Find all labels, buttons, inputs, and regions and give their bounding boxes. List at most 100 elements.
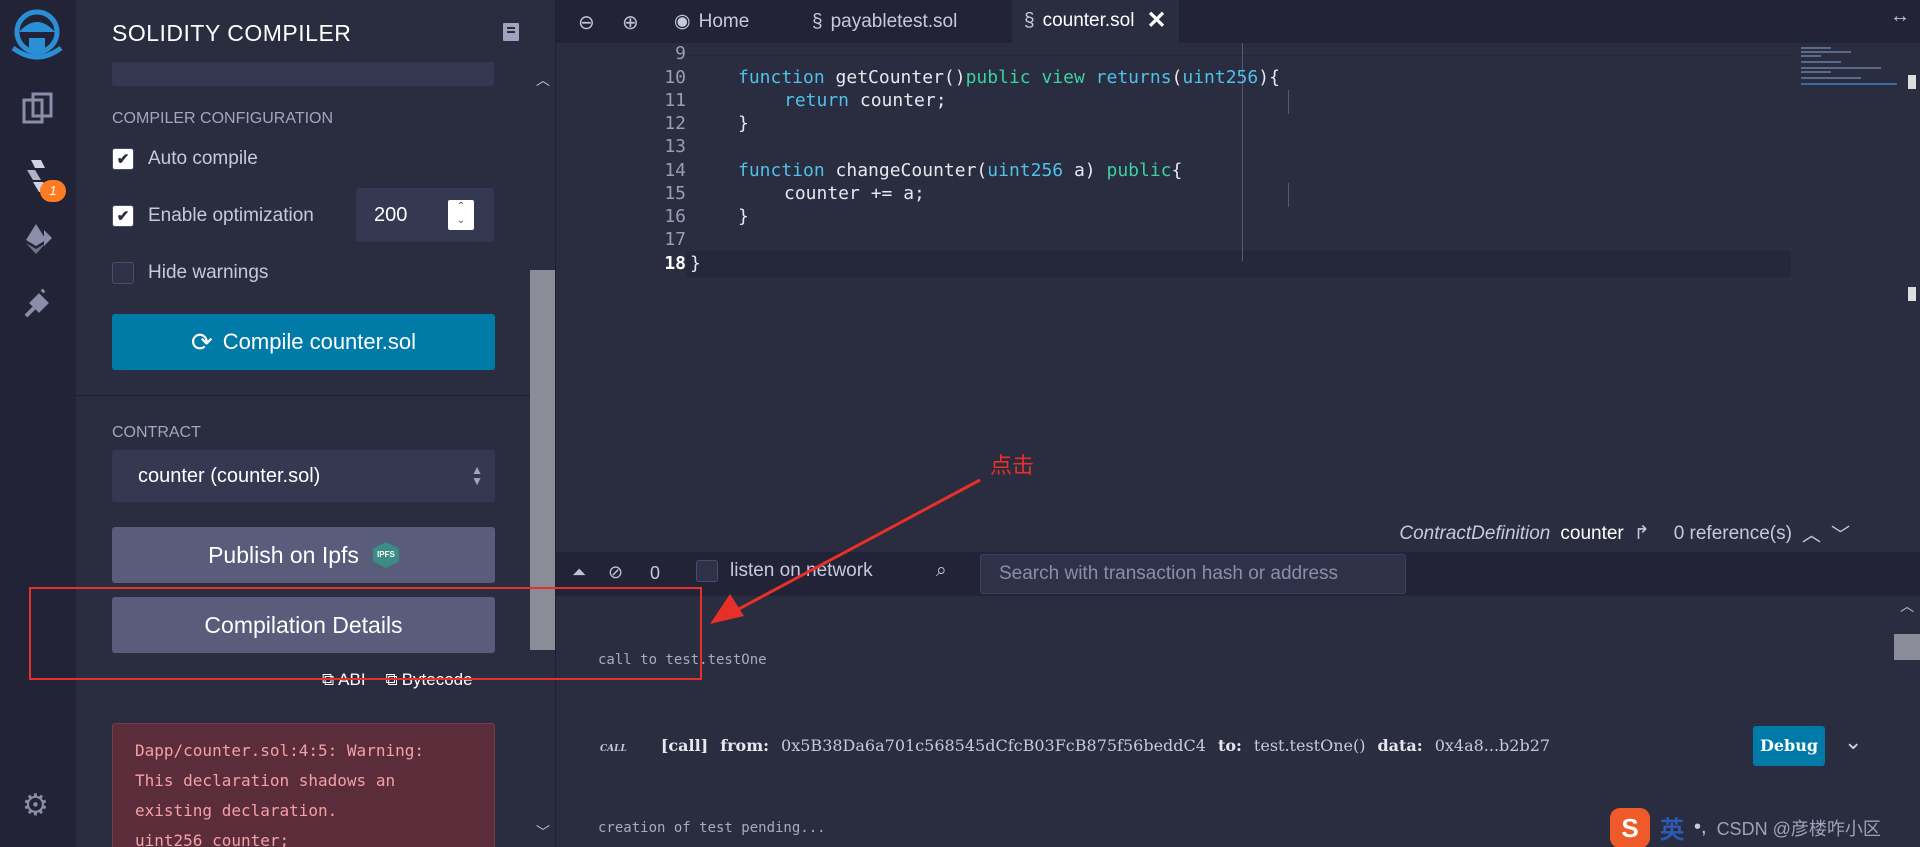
plugin-manager-icon[interactable] bbox=[20, 288, 56, 324]
scroll-up-icon[interactable]: ︿ bbox=[1894, 596, 1920, 616]
contract-selected-value: counter (counter.sol) bbox=[138, 465, 321, 487]
hide-warnings-label: Hide warnings bbox=[148, 262, 269, 283]
tab-counter[interactable]: § counter.sol ✕ bbox=[1012, 0, 1179, 43]
refresh-icon: ⟳ bbox=[190, 326, 213, 357]
optimization-runs-input[interactable]: 200 ⌃ ⌄ bbox=[356, 188, 494, 242]
code-line-10: function getCounter()public view returns… bbox=[738, 67, 1280, 88]
contract-label: CONTRACT bbox=[112, 424, 201, 441]
settings-gear-icon[interactable]: ⚙ bbox=[22, 788, 49, 823]
auto-compile-row[interactable]: ✔ Auto compile bbox=[112, 148, 258, 170]
close-tab-icon[interactable]: ✕ bbox=[1146, 6, 1166, 35]
references-count: 0 reference(s) bbox=[1673, 522, 1792, 544]
line-number: 17 bbox=[664, 229, 686, 250]
from-label: from: bbox=[720, 736, 770, 755]
code-line-11: return counter; bbox=[784, 90, 947, 111]
line-number: 13 bbox=[664, 136, 686, 157]
code-line-16: } bbox=[738, 206, 749, 227]
deploy-run-icon[interactable] bbox=[20, 222, 56, 258]
to-label: to: bbox=[1217, 736, 1242, 755]
csdn-watermark: CSDN @彦楼咋小区 bbox=[1716, 818, 1881, 839]
code-editor[interactable]: 9 10 11 12 13 14 15 16 17 18 function ge… bbox=[556, 43, 1920, 518]
expand-panel-icon[interactable]: ↔ bbox=[1890, 5, 1910, 28]
contract-definition-type: ContractDefinition bbox=[1399, 522, 1551, 544]
clear-terminal-icon[interactable]: ⊘ bbox=[608, 562, 623, 583]
code-line-15: counter += a; bbox=[784, 183, 925, 204]
enable-optimization-label: Enable optimization bbox=[148, 205, 314, 226]
hide-warnings-checkbox[interactable] bbox=[112, 262, 134, 284]
from-value: 0x5B38Da6a701c568545dCfcB03FcB875f56bedd… bbox=[781, 736, 1206, 755]
zoom-in-icon[interactable]: ⊕ bbox=[622, 10, 639, 35]
select-caret-icon: ▲ ▼ bbox=[471, 463, 483, 488]
chevron-down-icon[interactable]: ﹀ bbox=[1831, 520, 1850, 547]
icon-rail: 1 ⚙ bbox=[0, 0, 76, 847]
remix-ide-window: 1 ⚙ SOLIDITY COMPILER COMPILER CONFIGURA… bbox=[0, 0, 1920, 847]
line-number: 15 bbox=[664, 183, 686, 204]
compiler-warning: Dapp/counter.sol:4:5: Warning: This decl… bbox=[112, 723, 495, 847]
contract-definition-info: ContractDefinition counter ↱ 0 reference… bbox=[1399, 520, 1850, 547]
zoom-out-icon[interactable]: ⊖ bbox=[578, 10, 595, 35]
compiler-version-select[interactable] bbox=[112, 62, 494, 86]
publish-ipfs-button[interactable]: Publish on Ipfs IPFS bbox=[112, 527, 495, 583]
code-line-12: } bbox=[738, 113, 749, 134]
line-number: 10 bbox=[664, 67, 686, 88]
editor-minimap[interactable] bbox=[1791, 43, 1920, 518]
annotation-arrow-icon bbox=[710, 478, 981, 624]
line-number: 18 bbox=[664, 253, 686, 274]
contract-select[interactable]: counter (counter.sol) ▲ ▼ bbox=[112, 450, 495, 502]
documentation-icon[interactable] bbox=[502, 22, 520, 42]
scroll-up-icon[interactable]: ︿ bbox=[530, 70, 555, 90]
chevron-up-icon[interactable]: ︿ bbox=[1802, 520, 1821, 547]
ime-language: 英 bbox=[1660, 817, 1684, 844]
terminal-log-line: creation of test pending... bbox=[598, 820, 826, 836]
tab-home[interactable]: ◉ Home bbox=[674, 0, 749, 43]
contract-definition-name: counter bbox=[1560, 522, 1624, 544]
minimap-scroll-marker[interactable] bbox=[1908, 75, 1916, 89]
tab-payabletest[interactable]: § payabletest.sol bbox=[812, 0, 957, 43]
compiler-configuration-label: COMPILER CONFIGURATION bbox=[112, 110, 334, 127]
auto-compile-checkbox[interactable]: ✔ bbox=[112, 148, 134, 170]
debug-button[interactable]: Debug bbox=[1753, 726, 1825, 766]
scroll-down-icon[interactable]: ﹀ bbox=[530, 822, 555, 842]
ime-toolbar: S 英 •, CSDN @彦楼咋小区 bbox=[1610, 807, 1920, 847]
code-area[interactable]: function getCounter()public view returns… bbox=[686, 43, 1791, 518]
plugin-notification-badge: 1 bbox=[40, 180, 66, 202]
ime-logo-icon: S bbox=[1610, 807, 1650, 847]
goto-definition-icon[interactable]: ↱ bbox=[1634, 522, 1650, 545]
line-number: 16 bbox=[664, 206, 686, 227]
remix-logo-icon[interactable] bbox=[7, 8, 67, 62]
data-value: 0x4a8...b2b27 bbox=[1434, 736, 1551, 755]
panel-divider bbox=[76, 395, 531, 396]
code-line-14: function changeCounter(uint256 a) public… bbox=[738, 160, 1183, 181]
panel-scrollbar[interactable]: ︿ ﹀ bbox=[530, 70, 555, 847]
panel-title: SOLIDITY COMPILER bbox=[112, 20, 352, 46]
expand-log-chevron-icon[interactable]: ⌄ bbox=[1844, 729, 1862, 755]
publish-ipfs-label: Publish on Ipfs bbox=[208, 541, 359, 568]
terminal-scrollbar-thumb[interactable] bbox=[1894, 634, 1920, 660]
data-label: data: bbox=[1377, 736, 1423, 755]
toggle-terminal-icon[interactable]: ⏶ bbox=[572, 562, 586, 583]
compile-button-label: Compile counter.sol bbox=[222, 329, 416, 354]
file-explorer-icon[interactable] bbox=[20, 92, 56, 128]
hide-warnings-row[interactable]: Hide warnings bbox=[112, 262, 268, 284]
call-label: [call] bbox=[660, 736, 709, 755]
to-value: test.testOne() bbox=[1253, 736, 1366, 755]
enable-optimization-row[interactable]: ✔ Enable optimization bbox=[112, 205, 314, 227]
code-line-18: } bbox=[690, 253, 701, 274]
minimap-scroll-marker[interactable] bbox=[1908, 287, 1916, 301]
tab-home-label: Home bbox=[698, 10, 750, 32]
line-number: 14 bbox=[664, 160, 686, 181]
line-number-gutter: 9 10 11 12 13 14 15 16 17 18 bbox=[556, 43, 686, 518]
line-number: 12 bbox=[664, 113, 686, 134]
tab-payabletest-label: payabletest.sol bbox=[830, 10, 958, 32]
call-log-entry[interactable]: CALL [call] from: 0x5B38Da6a701c568545dC… bbox=[600, 736, 1550, 755]
transaction-search-input[interactable]: Search with transaction hash or address bbox=[980, 554, 1406, 594]
editor-tab-bar: ⊖ ⊕ ◉ Home § payabletest.sol § counter.s… bbox=[556, 0, 1920, 43]
enable-optimization-checkbox[interactable]: ✔ bbox=[112, 205, 134, 227]
runs-stepper[interactable]: ⌃ ⌄ bbox=[448, 200, 474, 230]
compile-button[interactable]: ⟳ Compile counter.sol bbox=[112, 314, 495, 370]
ipfs-icon: IPFS bbox=[372, 542, 399, 568]
line-number: 9 bbox=[675, 43, 686, 64]
tab-counter-label: counter.sol bbox=[1042, 9, 1135, 31]
annotation-highlight-box bbox=[29, 587, 702, 680]
solidity-file-icon: § bbox=[812, 10, 823, 32]
